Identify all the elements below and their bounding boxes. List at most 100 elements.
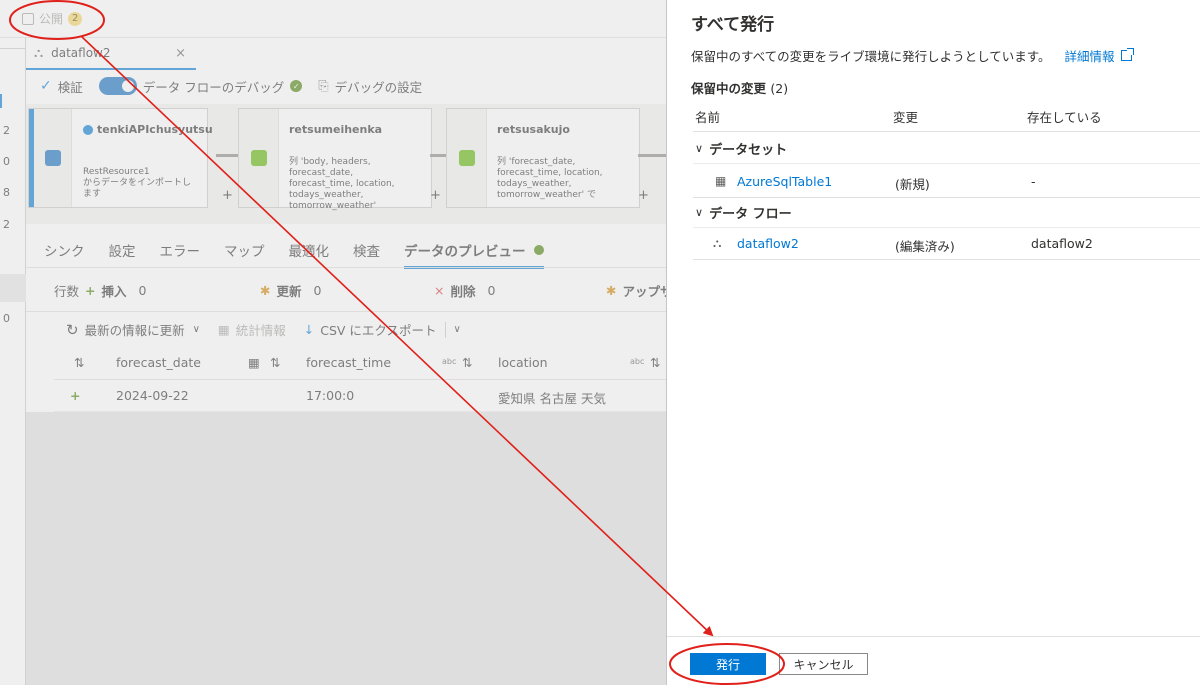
preview-command-bar: ↻ 最新の情報に更新 ∨ ▦ 統計情報 ↓ CSV にエクスポート ∨ [66, 320, 461, 339]
node-description: RestResource1 からデータをインポートします [83, 167, 192, 199]
column-header[interactable]: forecast_date [116, 355, 201, 370]
chevron-down-icon[interactable]: ∨ [193, 324, 200, 335]
sort-icon[interactable]: ⇅ [74, 355, 84, 370]
calendar-icon: ▦ [248, 355, 260, 370]
dataflow-toolbar: ✓ 検証 データ フローのデバッグ ✓ ⎘ デバッグの設定 [40, 76, 438, 96]
group-dataflows[interactable]: ∨ データ フロー [693, 198, 1200, 228]
checkmark-icon: ✓ [40, 78, 52, 94]
tab-optimize[interactable]: 最適化 [289, 240, 330, 269]
sort-icon[interactable]: ⇅ [462, 355, 472, 370]
rail-count: 2 [3, 124, 10, 137]
top-bar: 公開 2 [0, 0, 666, 38]
table-icon: ▦ [715, 174, 727, 188]
sort-icon[interactable]: ⇅ [650, 355, 660, 370]
settings-tabs: シンク 設定 エラー マップ 最適化 検査 データのプレビュー [44, 240, 568, 269]
dataflow-canvas[interactable]: tenkiAPIchusyutsu RestResource1 からデータをイン… [26, 104, 666, 224]
transform-node[interactable]: retsusakujo 列 'forecast_date, forecast_t… [446, 108, 640, 208]
dataflow-tab[interactable]: ⛬ dataflow2 × [26, 38, 196, 70]
left-rail: 2 0 8 2 0 [0, 38, 26, 685]
chevron-down-icon[interactable]: ∨ [454, 324, 461, 335]
item-link[interactable]: dataflow2 [737, 236, 799, 251]
stat-updates: ✱ 更新 0 [260, 281, 321, 300]
rail-count: 8 [3, 186, 10, 199]
rail-selection-marker [0, 94, 2, 108]
debug-toggle[interactable] [98, 77, 137, 95]
panel-footer-divider [667, 636, 1200, 637]
status-dot-icon [533, 245, 544, 255]
rail-divider [0, 48, 26, 49]
globe-icon [83, 124, 93, 135]
column-header: 変更 [893, 110, 919, 125]
string-type-icon: abc [630, 357, 645, 366]
statistics-icon: ▦ [217, 322, 230, 337]
tab-inspect[interactable]: 検査 [353, 240, 380, 269]
insert-value: 0 [138, 283, 147, 298]
add-step-icon[interactable]: + [430, 188, 441, 203]
dataflow-tab-name: dataflow2 [51, 46, 111, 60]
publish-tab[interactable]: 公開 2 [22, 10, 83, 27]
source-node-title-row: tenkiAPIchusyutsu [83, 123, 213, 136]
transform-node[interactable]: retsumeihenka 列 'body, headers, forecast… [238, 108, 432, 211]
upsert-label: アップサ [622, 284, 666, 299]
rows-label: 行数 [54, 284, 80, 299]
group-label: データセット [709, 143, 788, 158]
external-link-icon [1120, 48, 1134, 61]
changes-table-header: 名前 変更 存在している [693, 98, 1200, 132]
stat-upserts: ✱ アップサ [606, 281, 666, 300]
publish-button[interactable]: 発行 [690, 653, 766, 675]
source-node[interactable]: tenkiAPIchusyutsu RestResource1 からデータをイン… [28, 108, 213, 208]
tab-data-preview[interactable]: データのプレビュー [404, 240, 544, 269]
group-datasets[interactable]: ∨ データセット [693, 134, 1200, 164]
panel-title: すべて発行 [691, 15, 775, 35]
database-icon [44, 150, 61, 166]
item-change: (新規) [895, 177, 930, 192]
validate-label: 検証 [57, 79, 83, 95]
status-ok-icon: ✓ [290, 80, 303, 92]
export-csv-button[interactable]: ↓ CSV にエクスポート [304, 320, 437, 339]
preview-grid-header: ⇅ forecast_date ▦ ⇅ forecast_time abc ⇅ … [54, 346, 666, 380]
column-header: 名前 [695, 110, 721, 125]
node-connector [638, 154, 666, 157]
node-title: retsumeihenka [289, 123, 383, 136]
node-description: 列 'body, headers, forecast_date, forecas… [289, 157, 395, 211]
cancel-button[interactable]: キャンセル [779, 653, 868, 675]
statistics-label: 統計情報 [235, 323, 286, 338]
close-icon[interactable]: × [175, 46, 186, 61]
tab-mapping[interactable]: マップ [224, 240, 265, 269]
item-change: (編集済み) [895, 239, 955, 254]
group-label: データ フロー [709, 207, 792, 222]
add-step-icon[interactable]: + [638, 188, 649, 203]
refresh-button[interactable]: ↻ 最新の情報に更新 [66, 320, 185, 339]
update-value: 0 [313, 283, 322, 298]
download-icon: ↓ [303, 322, 315, 337]
add-step-icon[interactable]: + [222, 188, 233, 203]
tab-settings[interactable]: 設定 [109, 240, 136, 269]
tab-errors[interactable]: エラー [160, 240, 201, 269]
sort-icon[interactable]: ⇅ [270, 355, 280, 370]
debug-toggle-group: データ フローのデバッグ ✓ [98, 77, 303, 96]
debug-settings-label: デバッグの設定 [334, 79, 423, 95]
source-node-icon-col [34, 109, 72, 207]
tab-sink[interactable]: シンク [44, 240, 85, 269]
refresh-label: 最新の情報に更新 [84, 323, 185, 338]
debug-settings-button[interactable]: ⎘ デバッグの設定 [318, 77, 422, 96]
transform-node-icon-col [447, 109, 487, 207]
tabs-divider [26, 267, 666, 268]
debug-toggle-label: データ フローのデバッグ [142, 79, 285, 95]
empty-grid-area [26, 412, 666, 685]
item-link[interactable]: AzureSqlTable1 [737, 174, 832, 189]
chevron-down-icon: ∨ [695, 142, 704, 155]
stat-rows-inserts: 行数 + 挿入 0 [54, 281, 146, 300]
column-header[interactable]: location [498, 355, 548, 370]
statistics-button[interactable]: ▦ 統計情報 [218, 320, 286, 339]
select-transform-icon [458, 150, 475, 166]
rail-count: 0 [3, 155, 10, 168]
validate-button[interactable]: ✓ 検証 [40, 77, 83, 96]
item-existing: - [1031, 174, 1036, 189]
column-header[interactable]: forecast_time [306, 355, 391, 370]
dataflow-icon: ⛬ [34, 45, 44, 61]
node-title: retsusakujo [497, 123, 570, 136]
learn-more-link[interactable]: 詳細情報 [1065, 46, 1134, 65]
table-row: + 2024-09-22 17:00:0 愛知県 名古屋 天気 [54, 380, 666, 412]
stats-divider [26, 311, 666, 312]
